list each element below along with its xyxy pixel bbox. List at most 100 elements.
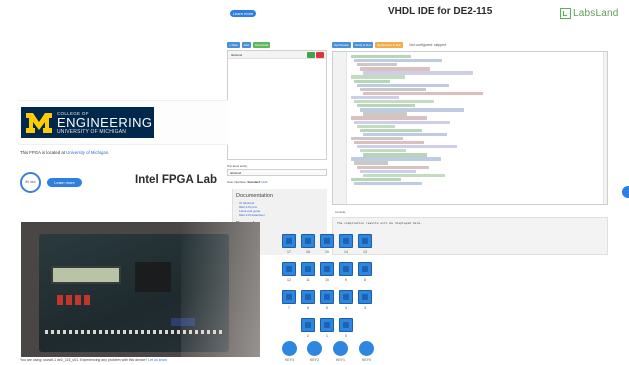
lab-title: Intel FPGA Lab xyxy=(135,174,217,186)
webcam-feed xyxy=(21,222,260,357)
interface-prefix: User interface: xyxy=(227,180,248,184)
fpga-location-text: This FPGA is located at University of Mi… xyxy=(20,150,109,155)
switch-5[interactable] xyxy=(320,290,334,304)
push-button-label: KEY1 xyxy=(336,358,345,362)
interface-alt-link[interactable]: VHD xyxy=(261,180,267,184)
verify-run-button[interactable]: Verify & Run xyxy=(352,42,374,48)
switch-3[interactable] xyxy=(358,290,372,304)
seven-segment xyxy=(66,295,72,305)
switch-0[interactable] xyxy=(339,318,353,332)
code-line xyxy=(354,161,388,165)
switch-label: 3 xyxy=(364,306,366,310)
switch-8[interactable] xyxy=(358,262,372,276)
code-line xyxy=(360,87,426,92)
learn-more-top-button[interactable]: Learn more xyxy=(230,10,256,17)
switch-6[interactable] xyxy=(301,290,315,304)
seven-segment xyxy=(75,295,81,305)
line-number-gutter xyxy=(333,52,347,204)
side-nav-button[interactable] xyxy=(622,186,629,198)
code-line xyxy=(351,177,401,182)
push-button-key1[interactable] xyxy=(333,341,348,356)
code-line xyxy=(351,116,427,120)
code-line xyxy=(354,79,390,83)
switch-label: 6 xyxy=(307,306,309,310)
learn-more-button[interactable]: Learn more xyxy=(47,178,82,187)
code-line xyxy=(357,104,415,108)
switch-label: 0 xyxy=(345,334,347,338)
download-button[interactable]: Download xyxy=(252,42,271,48)
labsland-logo[interactable]: LabsLand xyxy=(560,6,619,20)
code-line xyxy=(363,91,483,96)
top-level-select[interactable]: labsland xyxy=(227,169,327,176)
code-line xyxy=(363,71,473,75)
code-line xyxy=(357,63,397,67)
labsland-mark-icon xyxy=(560,7,571,19)
file-toolbar: + New Add Download xyxy=(227,42,271,48)
new-file-button[interactable]: + New xyxy=(227,42,240,48)
interface-current: Standard xyxy=(247,180,261,184)
code-line xyxy=(351,75,405,79)
top-level-label: Top-level entity: xyxy=(227,164,248,168)
session-timer: 60 sec xyxy=(20,172,41,193)
push-button-key2[interactable] xyxy=(307,341,322,356)
code-line xyxy=(354,140,424,145)
console-output: The compilation results will be displaye… xyxy=(332,217,608,255)
switch-9[interactable] xyxy=(339,262,353,276)
push-button-key0[interactable] xyxy=(359,341,374,356)
code-line xyxy=(363,153,427,157)
code-line xyxy=(363,112,407,116)
fpga-chip xyxy=(135,262,171,292)
university-link[interactable]: University of Michigan xyxy=(66,150,108,155)
code-line xyxy=(351,95,399,100)
report-problem-link[interactable]: Let us know xyxy=(148,358,167,362)
location-suffix: . xyxy=(108,150,110,155)
code-line xyxy=(363,173,445,178)
engineering-text: ENGINEERING xyxy=(57,114,153,130)
umich-engineering-logo: COLLEGE OF ENGINEERING UNIVERSITY OF MIC… xyxy=(21,107,154,138)
switch-10[interactable] xyxy=(320,262,334,276)
code-scrollbar[interactable] xyxy=(603,52,607,204)
switch-12[interactable] xyxy=(282,262,296,276)
code-line xyxy=(354,100,434,104)
interface-line: User interface: Standard VHD xyxy=(227,180,268,184)
code-line xyxy=(360,169,416,173)
editor-toolbar: Synthesize Verify & Run Synthesize & Run… xyxy=(332,42,446,48)
add-file-icon[interactable] xyxy=(307,52,315,58)
switch-label: 1 xyxy=(326,334,328,338)
code-line xyxy=(357,145,457,149)
switch-2[interactable] xyxy=(301,318,315,332)
push-button-key3[interactable] xyxy=(282,341,297,356)
code-line xyxy=(360,149,406,153)
code-line xyxy=(360,67,430,71)
code-line xyxy=(363,132,447,137)
ide-title: VHDL IDE for DE2-115 xyxy=(388,6,493,17)
institution-card: COLLEGE OF ENGINEERING UNIVERSITY OF MIC… xyxy=(18,100,228,145)
code-line xyxy=(354,181,422,186)
seven-segment xyxy=(84,295,90,305)
code-line xyxy=(360,108,464,112)
console-tab[interactable]: console xyxy=(335,210,345,214)
delete-file-icon[interactable] xyxy=(316,52,324,58)
documentation-heading: Documentation xyxy=(236,193,273,199)
file-list: labsland xyxy=(227,50,327,160)
code-area[interactable] xyxy=(332,51,608,205)
switch-7[interactable] xyxy=(282,290,296,304)
synthesize-run-button[interactable]: Synthesize & Run xyxy=(375,42,404,48)
switch-11[interactable] xyxy=(301,262,315,276)
code-line xyxy=(357,83,449,87)
code-line xyxy=(357,165,429,169)
switch-1[interactable] xyxy=(320,318,334,332)
umich-wordmark: COLLEGE OF ENGINEERING UNIVERSITY OF MIC… xyxy=(57,111,152,135)
app-root: Learn more VHDL IDE for DE2-115 LabsLand… xyxy=(0,0,629,365)
block-m-icon xyxy=(26,112,52,133)
switch-4[interactable] xyxy=(339,290,353,304)
code-editor-panel: Synthesize Verify & Run Synthesize & Run… xyxy=(332,42,608,255)
location-prefix: This FPGA is located at xyxy=(20,150,67,155)
switch-label: 8 xyxy=(364,278,366,282)
push-button-label: KEY0 xyxy=(362,358,371,362)
add-file-button[interactable]: Add xyxy=(241,42,251,48)
code-line xyxy=(354,59,442,63)
switch-label: 12 xyxy=(287,278,291,282)
seven-segment xyxy=(57,295,63,305)
synthesize-button[interactable]: Synthesize xyxy=(332,42,351,48)
